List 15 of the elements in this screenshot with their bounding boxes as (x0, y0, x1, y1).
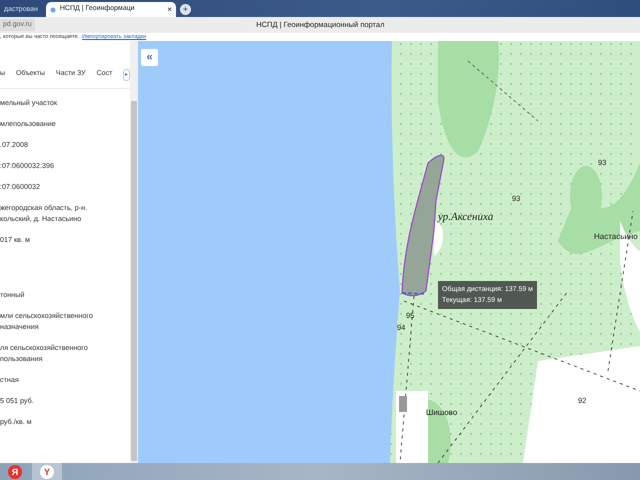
new-tab-button[interactable]: + (180, 4, 191, 15)
map-label: Настасьино (594, 232, 638, 241)
trail-line (468, 60, 538, 122)
settlement-area (396, 391, 428, 463)
map-label: Шишово (426, 408, 458, 417)
globe-icon (50, 6, 56, 12)
browser-app-icon[interactable]: Y (40, 465, 54, 479)
scrollbar[interactable] (130, 41, 138, 463)
close-icon[interactable]: × (167, 4, 172, 16)
collapse-panel-button[interactable]: « (141, 49, 158, 66)
clearing-area (434, 221, 443, 256)
building-block (399, 396, 407, 412)
search-app-icon[interactable]: Я (8, 465, 22, 479)
measure-line (402, 292, 426, 295)
map-label: ур.Аксениха (438, 211, 494, 223)
